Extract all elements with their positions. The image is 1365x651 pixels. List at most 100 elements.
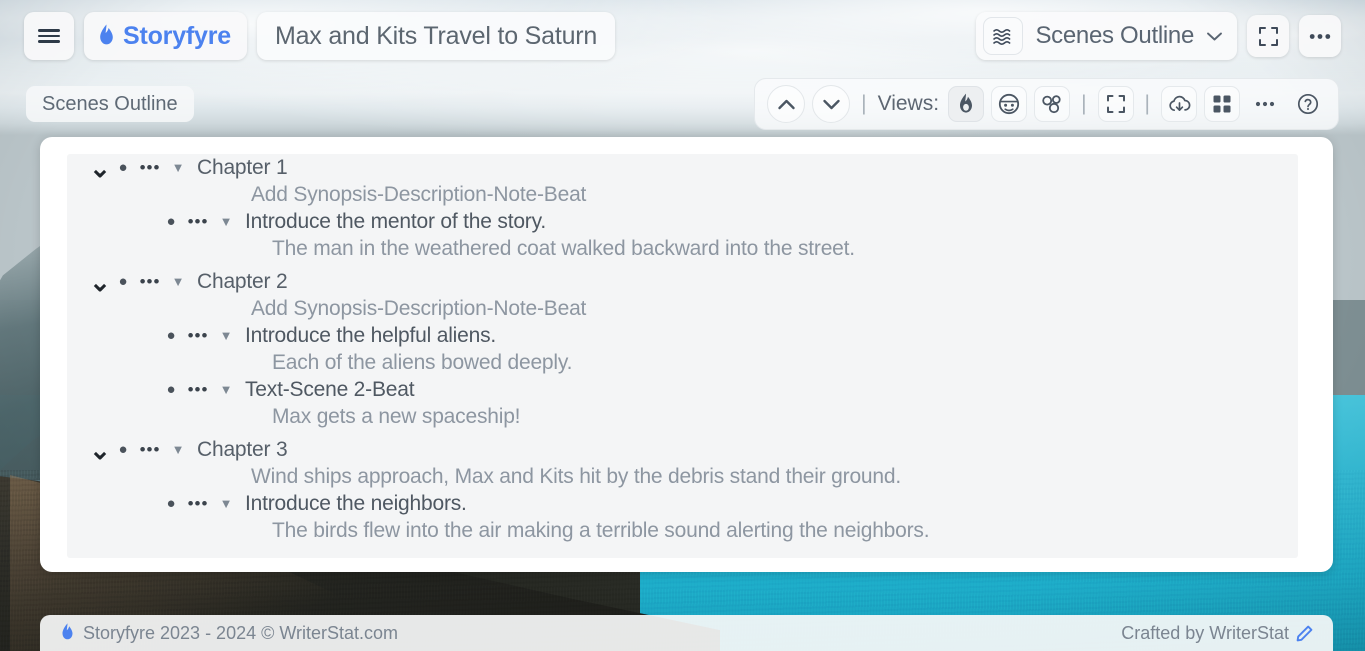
- triangle-down-icon[interactable]: ▼: [213, 497, 239, 510]
- outline-row-controls: ●•••▼: [137, 381, 239, 398]
- outline-row-detail[interactable]: Wind ships approach, Max and Kits hit by…: [67, 463, 1298, 490]
- views-label: Views:: [878, 92, 941, 116]
- triangle-down-icon[interactable]: ▼: [213, 215, 239, 228]
- toolbar-separator-1: |: [857, 92, 870, 116]
- triangle-down-icon[interactable]: ▼: [165, 161, 191, 174]
- ellipsis-icon[interactable]: •••: [183, 327, 213, 344]
- bullet-dot-icon[interactable]: ●: [159, 496, 183, 511]
- molecule-icon: [1041, 94, 1063, 114]
- toolbar-more-button[interactable]: [1247, 86, 1283, 122]
- pencil-icon: [1296, 625, 1313, 642]
- outline-card: ⌄●•••▼Chapter 1Add Synopsis-Description-…: [40, 137, 1333, 572]
- triangle-down-icon[interactable]: ▼: [213, 383, 239, 396]
- ellipsis-icon[interactable]: •••: [183, 495, 213, 512]
- flame-icon: [957, 93, 975, 115]
- move-down-button[interactable]: [812, 85, 850, 123]
- cloud-download-icon: [1168, 95, 1191, 114]
- cloud-download-button[interactable]: [1161, 86, 1197, 122]
- outline-row-detail[interactable]: Each of the aliens bowed deeply.: [67, 349, 1298, 376]
- chevron-down-icon[interactable]: ⌄: [89, 445, 111, 455]
- fullscreen-button[interactable]: [1247, 15, 1289, 57]
- outline-row-controls: ●•••▼: [137, 213, 239, 230]
- ellipsis-icon[interactable]: •••: [183, 381, 213, 398]
- ellipsis-icon[interactable]: •••: [183, 213, 213, 230]
- more-options-button[interactable]: [1299, 15, 1341, 57]
- breadcrumb[interactable]: Scenes Outline: [26, 86, 194, 122]
- triangle-down-icon[interactable]: ▼: [213, 329, 239, 342]
- ellipsis-icon[interactable]: •••: [135, 159, 165, 176]
- chevron-up-icon: [777, 98, 796, 111]
- chevron-down-icon[interactable]: ⌄: [89, 277, 111, 287]
- top-bar: Storyfyre Max and Kits Travel to Saturn …: [0, 0, 1365, 72]
- ellipsis-icon[interactable]: •••: [135, 273, 165, 290]
- waves-icon: [983, 17, 1023, 55]
- hamburger-menu-button[interactable]: [24, 12, 74, 60]
- toolbar-separator-2: |: [1077, 92, 1090, 116]
- view-button-characters[interactable]: [991, 86, 1027, 122]
- outline-row-title[interactable]: Introduce the helpful aliens.: [239, 324, 496, 348]
- view-selector-dropdown[interactable]: Scenes Outline: [976, 12, 1237, 60]
- view-selector-label: Scenes Outline: [1035, 22, 1194, 50]
- chevron-down-icon: [822, 98, 841, 111]
- outline-row-detail[interactable]: The man in the weathered coat walked bac…: [67, 235, 1298, 262]
- triangle-down-icon[interactable]: ▼: [165, 443, 191, 456]
- footer-right[interactable]: Crafted by WriterStat: [1121, 623, 1313, 644]
- expand-icon: [1106, 94, 1126, 114]
- outline-row-title[interactable]: Introduce the mentor of the story.: [239, 210, 546, 234]
- outline-row-detail[interactable]: The birds flew into the air making a ter…: [67, 517, 1298, 544]
- outline-row-detail[interactable]: Add Synopsis-Description-Note-Beat: [67, 295, 1298, 322]
- bullet-dot-icon[interactable]: ●: [159, 382, 183, 397]
- outline-row[interactable]: ●•••▼Introduce the neighbors.: [67, 490, 1298, 517]
- outline-row-controls: ⌄●•••▼: [89, 159, 191, 176]
- outline-row[interactable]: ●•••▼Introduce the helpful aliens.: [67, 322, 1298, 349]
- outline-row-title[interactable]: Chapter 2: [191, 270, 287, 294]
- outline-row[interactable]: ⌄●•••▼Chapter 2: [67, 268, 1298, 295]
- outline-row[interactable]: ⌄●•••▼Chapter 1: [67, 154, 1298, 181]
- app-root: Storyfyre Max and Kits Travel to Saturn …: [0, 0, 1365, 651]
- expand-icon: [1258, 26, 1279, 47]
- document-title-text: Max and Kits Travel to Saturn: [275, 22, 597, 51]
- footer: Storyfyre 2023 - 2024 © WriterStat.com C…: [40, 615, 1333, 651]
- ellipsis-icon: [1255, 101, 1275, 107]
- move-up-button[interactable]: [767, 85, 805, 123]
- view-button-story[interactable]: [948, 86, 984, 122]
- top-bar-right-group: Scenes Outline: [976, 12, 1341, 60]
- view-toolbar: | Views:: [754, 78, 1339, 130]
- hamburger-menu-icon: [38, 26, 60, 46]
- grid-view-button[interactable]: [1204, 86, 1240, 122]
- flame-icon: [97, 24, 116, 49]
- help-button[interactable]: [1290, 86, 1326, 122]
- breadcrumb-label: Scenes Outline: [42, 93, 178, 116]
- view-button-plot[interactable]: [1034, 86, 1070, 122]
- bullet-dot-icon[interactable]: ●: [111, 442, 135, 457]
- grid-icon: [1212, 94, 1232, 114]
- mask-face-icon: [998, 93, 1020, 115]
- bullet-dot-icon[interactable]: ●: [111, 274, 135, 289]
- outline-row-title[interactable]: Chapter 1: [191, 156, 287, 180]
- outline-panel[interactable]: ⌄●•••▼Chapter 1Add Synopsis-Description-…: [67, 154, 1298, 558]
- brand-logo-button[interactable]: Storyfyre: [84, 12, 247, 60]
- outline-row-title[interactable]: Text-Scene 2-Beat: [239, 378, 414, 402]
- outline-row-detail[interactable]: Add Synopsis-Description-Note-Beat: [67, 181, 1298, 208]
- outline-row-title[interactable]: Chapter 3: [191, 438, 287, 462]
- chevron-down-icon[interactable]: ⌄: [89, 163, 111, 173]
- ellipsis-icon: [1309, 33, 1331, 40]
- toolbar-expand-button[interactable]: [1098, 86, 1134, 122]
- document-title-field[interactable]: Max and Kits Travel to Saturn: [257, 12, 615, 60]
- bullet-dot-icon[interactable]: ●: [159, 328, 183, 343]
- outline-row[interactable]: ●•••▼Introduce the mentor of the story.: [67, 208, 1298, 235]
- outline-row-controls: ⌄●•••▼: [89, 273, 191, 290]
- brand-name: Storyfyre: [123, 22, 231, 51]
- footer-copyright: Storyfyre 2023 - 2024 © WriterStat.com: [83, 623, 398, 644]
- ellipsis-icon[interactable]: •••: [135, 441, 165, 458]
- bullet-dot-icon[interactable]: ●: [159, 214, 183, 229]
- outline-row-detail[interactable]: Max gets a new spaceship!: [67, 403, 1298, 430]
- outline-row-title[interactable]: Introduce the neighbors.: [239, 492, 467, 516]
- outline-row[interactable]: ●•••▼Text-Scene 2-Beat: [67, 376, 1298, 403]
- bullet-dot-icon[interactable]: ●: [111, 160, 135, 175]
- outline-row-controls: ●•••▼: [137, 327, 239, 344]
- triangle-down-icon[interactable]: ▼: [165, 275, 191, 288]
- footer-left: Storyfyre 2023 - 2024 © WriterStat.com: [60, 623, 398, 644]
- secondary-bar: Scenes Outline | Views:: [0, 78, 1365, 130]
- outline-row[interactable]: ⌄●•••▼Chapter 3: [67, 436, 1298, 463]
